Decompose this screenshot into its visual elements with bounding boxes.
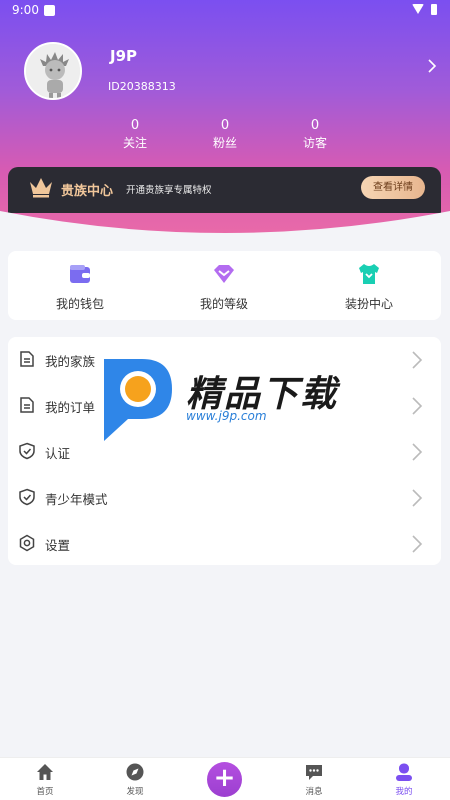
notification-icon <box>44 5 55 16</box>
menu-item-label: 认证 <box>45 446 71 461</box>
quick-action-level[interactable]: 我的等级 <box>169 261 279 312</box>
avatar[interactable] <box>24 42 82 100</box>
stat-value: 0 <box>130 118 140 133</box>
stat-label: 关注 <box>122 136 147 150</box>
quick-action-wallet[interactable]: 我的钱包 <box>25 261 135 312</box>
status-time: 9:00 <box>12 3 39 17</box>
dress-up-icon <box>359 264 379 284</box>
message-icon <box>306 765 322 780</box>
quick-action-label: 我的钱包 <box>55 297 104 311</box>
header-wave <box>0 211 450 235</box>
home-icon <box>37 764 53 780</box>
menu-item-label: 我的家族 <box>45 354 96 369</box>
menu-item-label: 设置 <box>45 538 71 553</box>
status-bar: 9:00 <box>0 0 450 22</box>
quick-action-label: 我的等级 <box>199 297 248 311</box>
quick-action-dress-up[interactable]: 装扮中心 <box>314 261 424 312</box>
compass-icon <box>126 763 144 781</box>
profile-header: 9:00 J9P ID20388313 0 关注 0 粉丝 0 访客 贵族中心 … <box>0 0 450 235</box>
menu-item-teen-mode[interactable]: 青少年模式 <box>8 475 441 521</box>
stat-fans[interactable]: 0 粉丝 <box>190 118 260 152</box>
chevron-right-icon <box>412 535 423 553</box>
tab-mine[interactable]: 我的 <box>374 762 434 797</box>
chevron-right-icon <box>412 351 423 369</box>
stat-visitors[interactable]: 0 访客 <box>280 118 350 152</box>
avatar-figure-icon <box>26 44 80 98</box>
chevron-right-icon <box>412 443 423 461</box>
level-icon <box>214 265 234 283</box>
user-id: ID20388313 <box>108 80 176 93</box>
stat-following[interactable]: 0 关注 <box>100 118 170 152</box>
watermark: 精品下载 www.j9p.com <box>98 355 360 443</box>
menu-item-label: 青少年模式 <box>45 492 108 507</box>
chevron-right-icon <box>412 397 423 415</box>
watermark-url: www.j9p.com <box>186 409 267 423</box>
tab-label: 首页 <box>36 787 54 797</box>
menu-item-settings[interactable]: 设置 <box>8 521 441 567</box>
tab-label: 发现 <box>126 787 144 797</box>
wallet-icon <box>70 265 90 283</box>
shield-icon <box>19 442 35 460</box>
tab-messages[interactable]: 消息 <box>284 762 344 797</box>
chevron-right-icon[interactable] <box>424 56 440 76</box>
tab-label: 我的 <box>395 787 413 797</box>
menu-item-label: 我的订单 <box>45 400 96 415</box>
stat-label: 粉丝 <box>212 136 237 150</box>
create-button[interactable]: + <box>207 762 242 797</box>
chevron-right-icon <box>412 489 423 507</box>
plus-icon: + <box>213 763 236 793</box>
stat-label: 访客 <box>302 136 327 150</box>
family-icon <box>20 351 34 367</box>
username: J9P <box>110 47 138 65</box>
order-icon <box>20 397 34 413</box>
vip-description: 开通贵族享专属特权 <box>126 185 212 196</box>
quick-actions-card: 我的钱包 我的等级 装扮中心 <box>8 251 441 320</box>
battery-icon <box>431 4 437 15</box>
wifi-icon <box>412 4 424 14</box>
shield-icon <box>19 488 35 506</box>
watermark-logo-icon <box>104 359 172 441</box>
tab-discover[interactable]: 发现 <box>105 762 165 797</box>
tab-label: 消息 <box>305 787 323 797</box>
quick-action-label: 装扮中心 <box>344 297 393 311</box>
tab-home[interactable]: 首页 <box>15 762 75 797</box>
stat-value: 0 <box>220 118 230 133</box>
gear-icon <box>19 534 35 552</box>
stat-value: 0 <box>310 118 320 133</box>
user-icon <box>396 763 412 781</box>
